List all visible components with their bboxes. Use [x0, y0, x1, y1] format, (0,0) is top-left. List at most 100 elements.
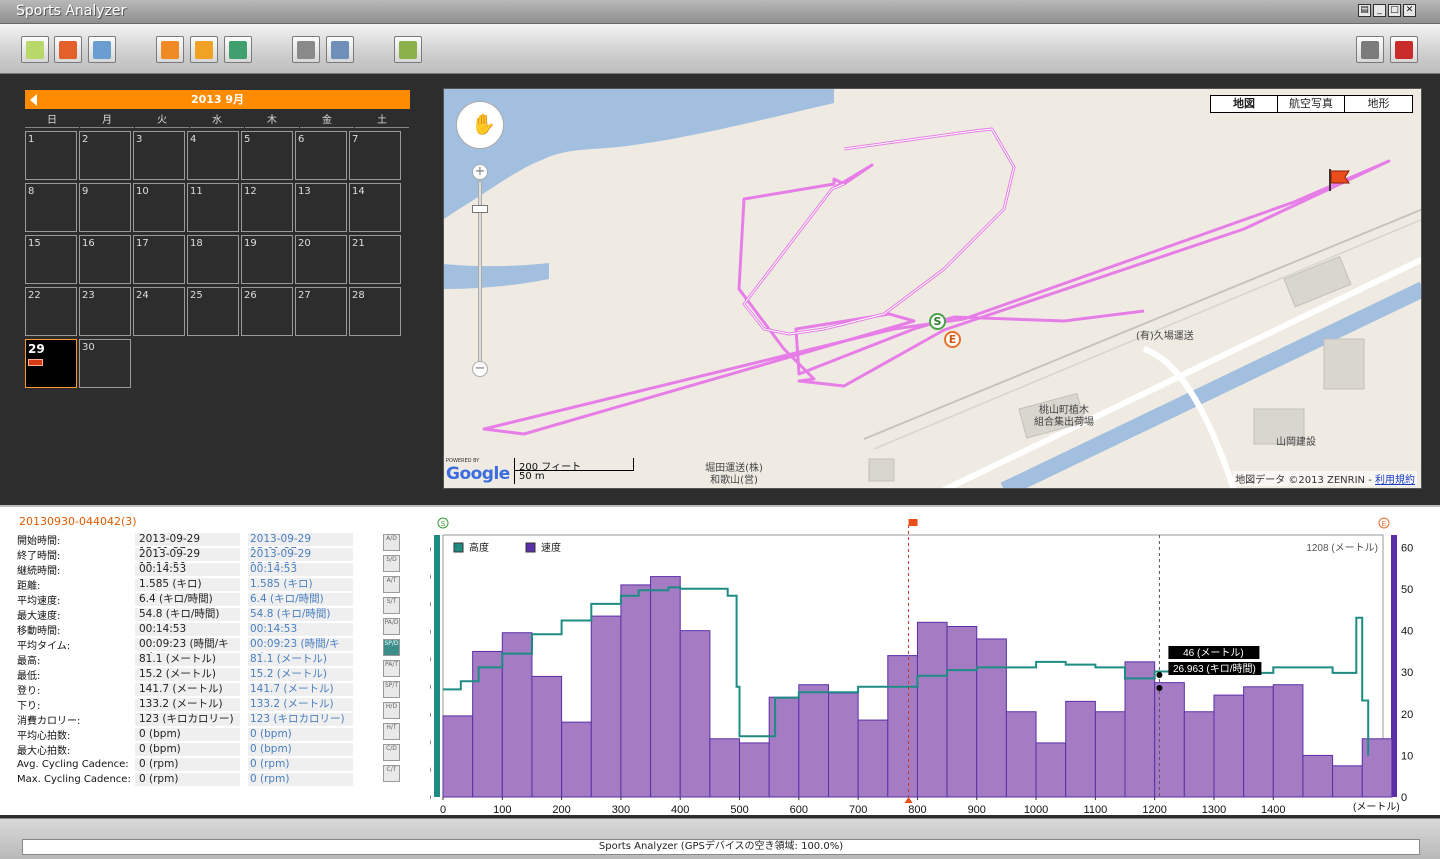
app-window: Sports Analyzer ▤ _ □ ✕ 2013 9月 日月火水木金土 …: [0, 0, 1440, 859]
edit-button[interactable]: [394, 36, 422, 63]
calendar-day[interactable]: 11: [187, 183, 239, 232]
calendar-day[interactable]: 1: [25, 131, 77, 180]
calendar-day[interactable]: 24: [133, 287, 185, 336]
route-map[interactable]: ✋ + − 地図 航空写真 地形 S E (有)久場運送 桃山町植木 組合集出荷場 …: [443, 88, 1422, 489]
calendar-day[interactable]: 6: [295, 131, 347, 180]
calendar-day[interactable]: 5: [241, 131, 293, 180]
map-attribution: 地図データ ©2013 ZENRIN - 利用規約: [1233, 471, 1417, 486]
settings-button[interactable]: [1356, 36, 1384, 63]
stat-value: 00:09:23 (時間/キロ): [135, 638, 240, 663]
activity-badge-icon[interactable]: [28, 359, 43, 366]
new-activity-button[interactable]: [21, 36, 49, 63]
map-pan-control[interactable]: ✋: [456, 101, 504, 149]
end-marker[interactable]: E: [944, 331, 961, 348]
sync-device-button[interactable]: [224, 36, 252, 63]
chart-mode-button[interactable]: S/T: [383, 597, 400, 614]
help-button[interactable]: [1390, 36, 1418, 63]
tcx-icon: [195, 40, 213, 59]
calendar-day[interactable]: 12: [241, 183, 293, 232]
zoom-in-icon[interactable]: +: [472, 164, 488, 180]
import-gpx-button[interactable]: [156, 36, 184, 63]
maximize-button[interactable]: □: [1388, 4, 1401, 17]
day-number: 14: [352, 186, 365, 197]
new-badge-button[interactable]: [54, 36, 82, 63]
stat-value: 81.1 (メートル): [135, 653, 240, 666]
x-tick-label: 200: [552, 804, 570, 816]
calendar-day[interactable]: 16: [79, 235, 131, 284]
map-type-tab[interactable]: 地形: [1345, 96, 1412, 112]
day-number: 11: [190, 186, 203, 197]
hand-pan-icon[interactable]: ✋: [471, 112, 496, 136]
profile-chart[interactable]: 0 100 200 300 400 500 600 700 800 900 1000 1100 1200…: [430, 517, 1430, 817]
calendar-day[interactable]: 30: [79, 339, 131, 388]
calendar-day[interactable]: 19: [241, 235, 293, 284]
stat-row: 消費カロリー: 123 (キロカロリー) 123 (キロカロリー): [17, 712, 357, 727]
start-marker[interactable]: S: [929, 313, 946, 330]
close-button[interactable]: ✕: [1403, 4, 1416, 17]
calendar-day[interactable]: 14: [349, 183, 401, 232]
map-canvas[interactable]: [444, 89, 1422, 489]
map-type-tab[interactable]: 地図: [1211, 96, 1278, 112]
map-type-tab[interactable]: 航空写真: [1278, 96, 1345, 112]
minimize-button[interactable]: _: [1373, 4, 1386, 17]
calendar-day[interactable]: 17: [133, 235, 185, 284]
speed-bar: [857, 719, 889, 798]
calendar-day[interactable]: 27: [295, 287, 347, 336]
zoom-out-icon[interactable]: −: [472, 361, 488, 377]
chart-mode-toolbar: A/D S/D A/T S/T PA/D SP/D PA/T SP/T H/D H/T C/D C/T: [383, 534, 401, 786]
left-tick-label: 20: [430, 737, 431, 749]
calendar-day[interactable]: 15: [25, 235, 77, 284]
import-tcx-button[interactable]: [190, 36, 218, 63]
stat-row: 最低: 15.2 (メートル) 15.2 (メートル): [17, 667, 357, 682]
calendar-day[interactable]: 28: [349, 287, 401, 336]
stat-row: 最大心拍数: 0 (bpm) 0 (bpm): [17, 742, 357, 757]
calendar-day[interactable]: 3: [133, 131, 185, 180]
day-number: 23: [82, 290, 95, 301]
chart-mode-button[interactable]: SP/T: [383, 681, 400, 698]
stat-label: 最大心拍数:: [17, 746, 71, 757]
terms-link[interactable]: 利用規約: [1375, 475, 1415, 486]
calendar-day[interactable]: 10: [133, 183, 185, 232]
chart-mode-button[interactable]: C/T: [383, 765, 400, 782]
day-number: 16: [82, 238, 95, 249]
calendar-view-button[interactable]: [88, 36, 116, 63]
chart-mode-button[interactable]: S/D: [383, 555, 400, 572]
calendar-day[interactable]: 18: [187, 235, 239, 284]
speed-bar: [501, 632, 533, 798]
left-tick-label: 10: [430, 764, 431, 776]
stat-row: 最大速度: 54.8 (キロ/時間) 54.8 (キロ/時間): [17, 607, 357, 622]
chart-mode-button[interactable]: SP/D: [383, 639, 400, 656]
calendar-day[interactable]: 22: [25, 287, 77, 336]
left-tick-label: 90: [430, 544, 431, 556]
chart-mode-button[interactable]: H/T: [383, 723, 400, 740]
chart-mode-button[interactable]: PA/T: [383, 660, 400, 677]
zoom-slider-handle[interactable]: [472, 205, 488, 213]
stat-label: 距離:: [17, 581, 41, 592]
calendar-day[interactable]: 13: [295, 183, 347, 232]
day-number: 13: [298, 186, 311, 197]
calendar-day[interactable]: 29: [25, 339, 77, 388]
chart-mode-button[interactable]: H/D: [383, 702, 400, 719]
print-button[interactable]: [326, 36, 354, 63]
calendar-day[interactable]: 7: [349, 131, 401, 180]
calendar-day[interactable]: 8: [25, 183, 77, 232]
calendar-day[interactable]: 25: [187, 287, 239, 336]
chart-mode-button[interactable]: C/D: [383, 744, 400, 761]
x-tick-label: 1100: [1084, 804, 1108, 816]
calendar-day[interactable]: 2: [79, 131, 131, 180]
chart-mode-button[interactable]: PA/D: [383, 618, 400, 635]
left-tick-label: 70: [430, 599, 431, 611]
calendar-day[interactable]: 9: [79, 183, 131, 232]
window-menu-button[interactable]: ▤: [1358, 4, 1371, 17]
calendar-day[interactable]: 26: [241, 287, 293, 336]
calendar-day[interactable]: 23: [79, 287, 131, 336]
export-button[interactable]: [292, 36, 320, 63]
previous-month-icon[interactable]: [30, 94, 37, 106]
chart-mode-button[interactable]: A/D: [383, 534, 400, 551]
calendar-day[interactable]: 21: [349, 235, 401, 284]
calendar-day[interactable]: 4: [187, 131, 239, 180]
weekday-label: 木: [245, 111, 299, 128]
chart-mode-button[interactable]: A/T: [383, 576, 400, 593]
right-tick-label: 50: [1401, 584, 1413, 596]
calendar-day[interactable]: 20: [295, 235, 347, 284]
